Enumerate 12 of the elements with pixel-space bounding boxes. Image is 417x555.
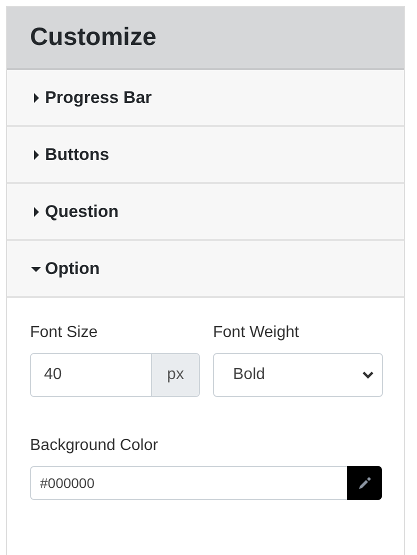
color-field[interactable]: #000000 (30, 466, 347, 500)
field-label: Font Weight (213, 324, 300, 342)
chevron-down-icon (362, 369, 374, 381)
panel-title: Customize (30, 23, 156, 52)
field-label: Background Color (30, 437, 160, 455)
color-swatch-button[interactable] (347, 466, 382, 500)
caret-icon (31, 150, 41, 160)
field-label: Font Size (30, 324, 99, 342)
caret-icon (31, 206, 41, 216)
font-weight-dropdown[interactable]: Bold (213, 353, 383, 397)
font-size-field[interactable]: 40 px (30, 353, 200, 397)
caret-icon (31, 92, 41, 102)
